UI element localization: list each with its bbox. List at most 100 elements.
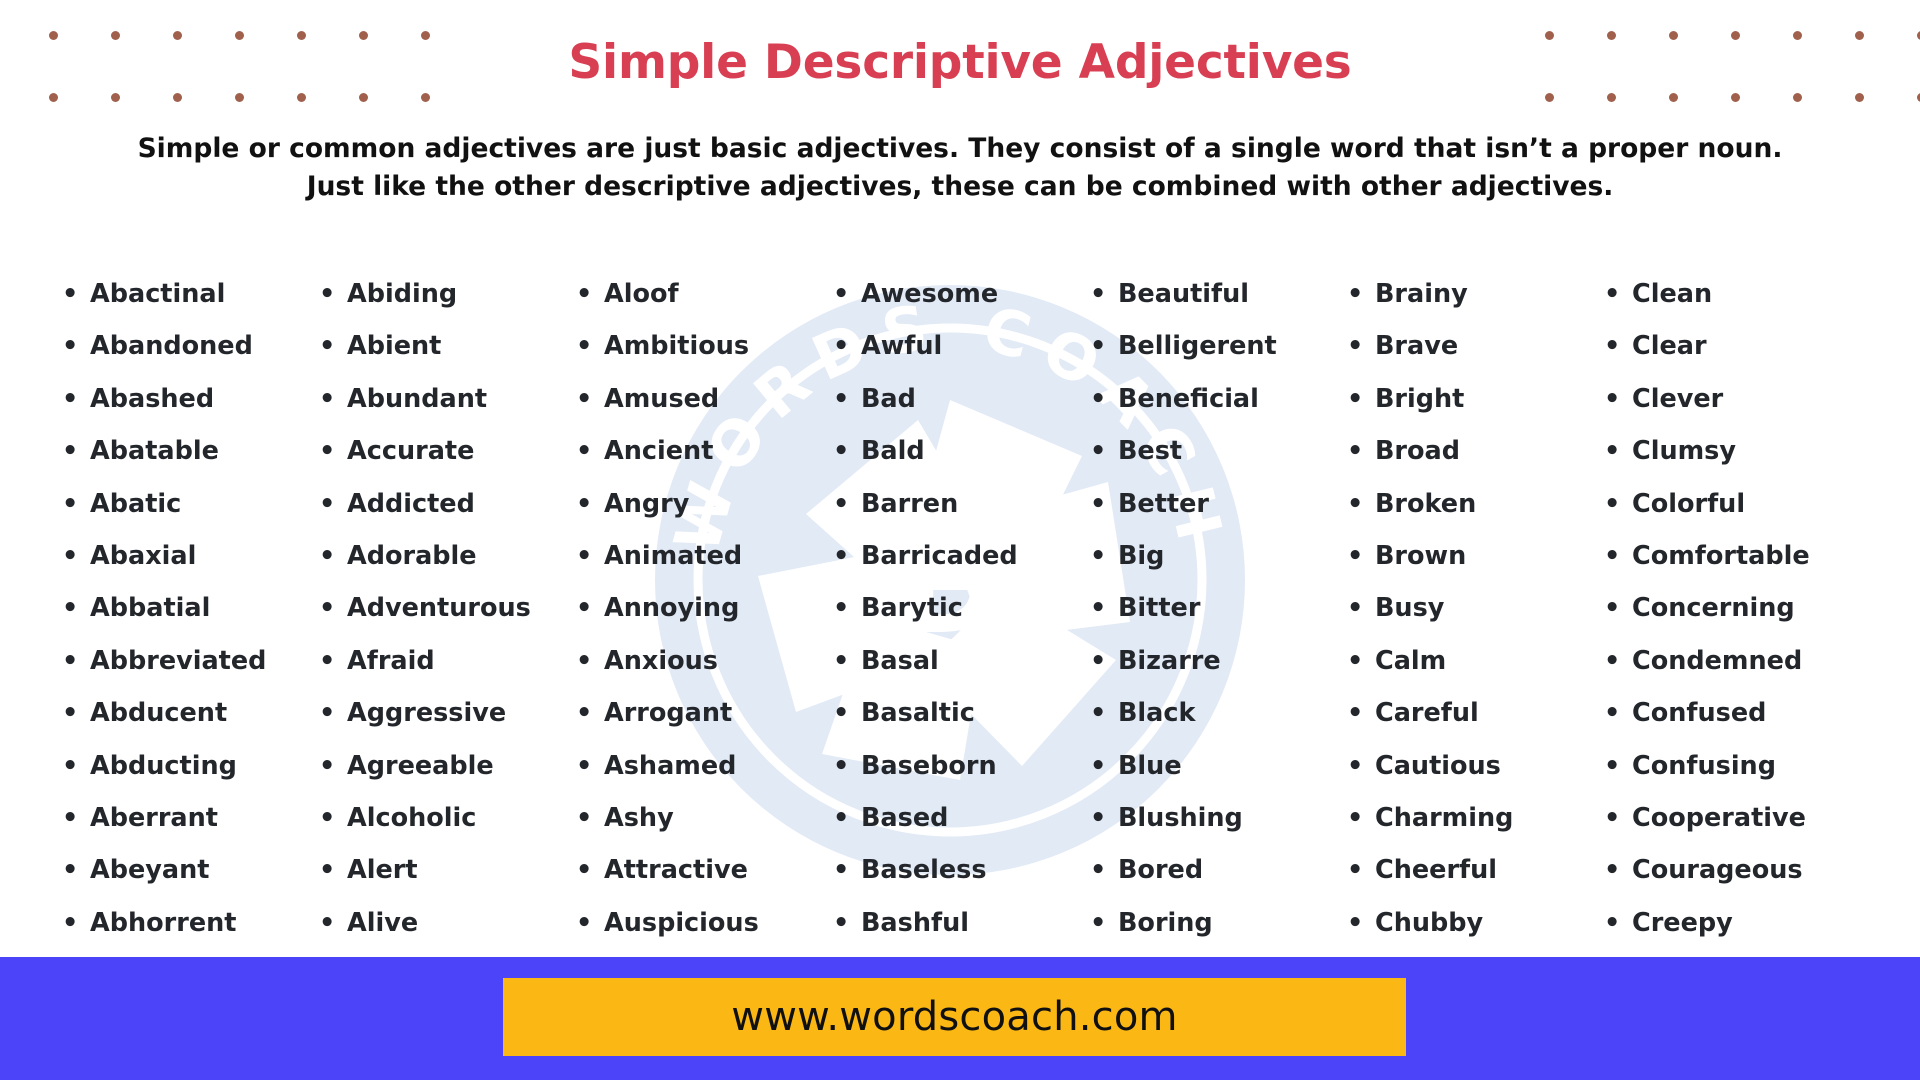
adjective-word: Abbatial bbox=[90, 593, 211, 624]
bullet-icon: • bbox=[576, 488, 593, 519]
adjective-word: Clumsy bbox=[1632, 436, 1736, 467]
page-title: Simple Descriptive Adjectives bbox=[568, 35, 1352, 90]
list-item: • Abeyant bbox=[62, 844, 319, 896]
bullet-icon: • bbox=[833, 855, 850, 886]
list-item: • Abashed bbox=[62, 373, 319, 425]
decorative-dot bbox=[1545, 93, 1554, 102]
bullet-icon: • bbox=[833, 331, 850, 362]
bullet-icon: • bbox=[1347, 436, 1364, 467]
decorative-dot bbox=[173, 93, 182, 102]
footer-band: www.wordscoach.com bbox=[0, 957, 1920, 1080]
adjective-word: Bald bbox=[861, 436, 925, 467]
bullet-icon: • bbox=[576, 698, 593, 729]
list-item: • Abaxial bbox=[62, 530, 319, 582]
list-item: • Abhorrent bbox=[62, 897, 319, 949]
adjective-word: Bashful bbox=[861, 907, 969, 938]
bullet-icon: • bbox=[1604, 907, 1621, 938]
bullet-icon: • bbox=[1604, 540, 1621, 571]
list-item: • Creepy bbox=[1604, 897, 1861, 949]
list-item: • Alcoholic bbox=[319, 792, 576, 844]
list-item: • Ancient bbox=[576, 425, 833, 477]
list-item: • Agreeable bbox=[319, 740, 576, 792]
bullet-icon: • bbox=[62, 331, 79, 362]
bullet-icon: • bbox=[833, 645, 850, 676]
subtitle-line-1: Simple or common adjectives are just bas… bbox=[137, 133, 1783, 164]
list-item: • Black bbox=[1090, 687, 1347, 739]
adjective-word: Comfortable bbox=[1632, 540, 1810, 571]
adjective-word: Ambitious bbox=[604, 331, 750, 362]
adjective-word: Abundant bbox=[347, 383, 488, 414]
list-item: • Basaltic bbox=[833, 687, 1090, 739]
adjective-word: Abashed bbox=[90, 383, 215, 414]
adjective-word: Baseless bbox=[861, 855, 987, 886]
adjective-word: Careful bbox=[1375, 698, 1479, 729]
list-item: • Clean bbox=[1604, 268, 1861, 320]
adjective-column-4: • Awesome • Awful • Bad • Bald • Barren • Barricade… bbox=[833, 268, 1090, 949]
bullet-icon: • bbox=[319, 540, 336, 571]
bullet-icon: • bbox=[833, 802, 850, 833]
bullet-icon: • bbox=[62, 645, 79, 676]
bullet-icon: • bbox=[1090, 488, 1107, 519]
list-item: • Adventurous bbox=[319, 582, 576, 634]
list-item: • Colorful bbox=[1604, 478, 1861, 530]
bullet-icon: • bbox=[576, 750, 593, 781]
bullet-icon: • bbox=[576, 383, 593, 414]
bullet-icon: • bbox=[319, 750, 336, 781]
bullet-icon: • bbox=[1604, 802, 1621, 833]
bullet-icon: • bbox=[576, 802, 593, 833]
list-item: • Bald bbox=[833, 425, 1090, 477]
adjective-word: Concerning bbox=[1632, 593, 1795, 624]
bullet-icon: • bbox=[1604, 488, 1621, 519]
adjective-word: Abhorrent bbox=[90, 907, 237, 938]
adjective-columns: • Abactinal • Abandoned • Abashed • Abatable • Ab… bbox=[62, 268, 1862, 949]
list-item: • Auspicious bbox=[576, 897, 833, 949]
adjective-word: Bitter bbox=[1118, 593, 1201, 624]
bullet-icon: • bbox=[319, 907, 336, 938]
list-item: • Ashy bbox=[576, 792, 833, 844]
adjective-word: Accurate bbox=[347, 436, 475, 467]
list-item: • Cheerful bbox=[1347, 844, 1604, 896]
adjective-word: Aggressive bbox=[347, 698, 507, 729]
bullet-icon: • bbox=[1347, 488, 1364, 519]
list-item: • Afraid bbox=[319, 635, 576, 687]
adjective-word: Abbreviated bbox=[90, 645, 267, 676]
adjective-word: Ancient bbox=[604, 436, 714, 467]
adjective-word: Aberrant bbox=[90, 802, 218, 833]
list-item: • Abatic bbox=[62, 478, 319, 530]
bullet-icon: • bbox=[576, 331, 593, 362]
bullet-icon: • bbox=[1604, 750, 1621, 781]
list-item: • Busy bbox=[1347, 582, 1604, 634]
list-item: • Annoying bbox=[576, 582, 833, 634]
adjective-word: Annoying bbox=[604, 593, 740, 624]
decorative-dot bbox=[421, 93, 430, 102]
bullet-icon: • bbox=[1347, 645, 1364, 676]
bullet-icon: • bbox=[833, 593, 850, 624]
list-item: • Big bbox=[1090, 530, 1347, 582]
adjective-word: Aloof bbox=[604, 279, 679, 309]
list-item: • Abbreviated bbox=[62, 635, 319, 687]
list-item: • Cooperative bbox=[1604, 792, 1861, 844]
decorative-dot bbox=[297, 93, 306, 102]
website-badge[interactable]: www.wordscoach.com bbox=[503, 978, 1406, 1056]
bullet-icon: • bbox=[1604, 698, 1621, 729]
bullet-icon: • bbox=[1090, 593, 1107, 624]
bullet-icon: • bbox=[1090, 750, 1107, 781]
bullet-icon: • bbox=[319, 698, 336, 729]
bullet-icon: • bbox=[1090, 698, 1107, 729]
adjective-word: Abactinal bbox=[90, 279, 226, 309]
adjective-word: Beneficial bbox=[1118, 383, 1259, 414]
list-item: • Aberrant bbox=[62, 792, 319, 844]
adjective-word: Courageous bbox=[1632, 855, 1803, 886]
bullet-icon: • bbox=[576, 907, 593, 938]
list-item: • Alive bbox=[319, 897, 576, 949]
list-item: • Aggressive bbox=[319, 687, 576, 739]
list-item: • Adorable bbox=[319, 530, 576, 582]
adjective-word: Cautious bbox=[1375, 750, 1501, 781]
adjective-word: Alert bbox=[347, 855, 418, 886]
list-item: • Brown bbox=[1347, 530, 1604, 582]
bullet-icon: • bbox=[576, 540, 593, 571]
bullet-icon: • bbox=[1090, 383, 1107, 414]
adjective-word: Afraid bbox=[347, 645, 435, 676]
list-item: • Abducent bbox=[62, 687, 319, 739]
list-item: • Bored bbox=[1090, 844, 1347, 896]
